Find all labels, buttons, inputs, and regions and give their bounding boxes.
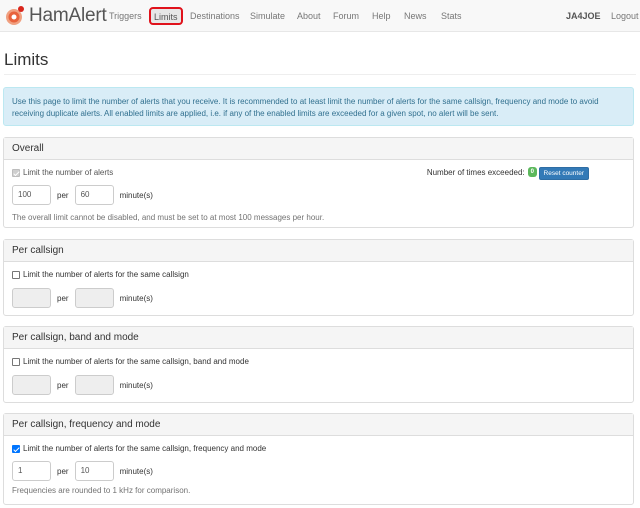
per-callsign-count-input[interactable] [12,288,51,308]
band-mode-minutes-input[interactable] [74,375,114,395]
exceeded-count-badge: 0 [527,167,537,177]
overall-limit-check-row: Limit the number of alerts [12,168,113,177]
freq-mode-checkbox[interactable] [12,444,20,453]
band-mode-per-label: per [57,380,69,390]
panel-band-mode-heading: Per callsign, band and mode [4,327,633,349]
band-mode-check-row: Limit the number of alerts for the same … [12,357,249,366]
freq-mode-check-row: Limit the number of alerts for the same … [12,444,266,453]
per-callsign-label: Limit the number of alerts for the same … [23,270,189,279]
per-callsign-unit-label: minute(s) [119,293,153,303]
per-callsign-input-row: per minute(s) [12,288,153,308]
freq-mode-label: Limit the number of alerts for the same … [23,444,267,453]
panel-per-callsign-heading: Per callsign [4,240,633,262]
overall-help-text: The overall limit cannot be disabled, an… [12,213,325,222]
per-callsign-per-label: per [57,293,69,303]
overall-minutes-input[interactable]: 60 [74,185,114,205]
overall-limit-label: Limit the number of alerts [23,168,114,177]
brand-link[interactable]: HamAlert [4,4,107,28]
nav-simulate[interactable]: Simulate [250,0,285,32]
nav-forum[interactable]: Forum [333,0,359,32]
freq-mode-per-label: per [57,466,69,476]
panel-overall-heading: Overall [4,138,633,160]
band-mode-unit-label: minute(s) [119,380,153,390]
per-callsign-checkbox[interactable] [12,270,20,279]
freq-mode-input-row: 1 per 10 minute(s) [12,461,153,481]
hamalert-logo-icon [6,6,24,25]
overall-limit-checkbox [12,168,20,177]
band-mode-input-row: per minute(s) [12,375,153,395]
per-callsign-minutes-input[interactable] [74,288,114,308]
band-mode-label: Limit the number of alerts for the same … [23,357,249,366]
nav-stats[interactable]: Stats [441,0,462,32]
freq-mode-minutes-input[interactable]: 10 [74,461,114,481]
panel-per-callsign: Per callsign Limit the number of alerts … [3,239,634,316]
panel-overall: Overall Limit the number of alerts Numbe… [3,137,634,228]
nav-limits[interactable]: Limits [149,7,183,25]
overall-count-input[interactable]: 100 [12,185,51,205]
nav-user-callsign[interactable]: JA4JOE [566,0,601,32]
freq-mode-unit-label: minute(s) [119,466,153,476]
nav-triggers[interactable]: Triggers [109,0,142,32]
top-navbar: HamAlert Triggers Limits Destinations Si… [0,0,640,32]
panel-freq-mode-heading: Per callsign, frequency and mode [4,414,633,436]
brand-name: HamAlert [29,5,107,26]
exceeded-label: Number of times exceeded: [426,167,525,177]
nav-logout[interactable]: Logout [611,0,639,32]
panel-per-callsign-band-mode: Per callsign, band and mode Limit the nu… [3,326,634,403]
overall-input-row: 100 per 60 minute(s) [12,185,153,205]
freq-mode-count-input[interactable]: 1 [12,461,51,481]
nav-news[interactable]: News [404,0,427,32]
band-mode-count-input[interactable] [12,375,51,395]
info-alert: Use this page to limit the number of ale… [3,87,634,126]
per-callsign-check-row: Limit the number of alerts for the same … [12,270,189,279]
freq-mode-help-text: Frequencies are rounded to 1 kHz for com… [12,486,191,495]
nav-destinations[interactable]: Destinations [190,0,240,32]
nav-about[interactable]: About [297,0,321,32]
exceeded-info: Number of times exceeded: 0 [427,167,537,177]
page-title: Limits [4,50,49,69]
reset-counter-button[interactable]: Reset counter [538,167,589,180]
title-divider [4,74,636,75]
overall-per-label: per [57,190,69,200]
band-mode-checkbox[interactable] [12,357,20,366]
panel-per-callsign-freq-mode: Per callsign, frequency and mode Limit t… [3,413,634,505]
overall-unit-label: minute(s) [119,190,153,200]
nav-help[interactable]: Help [372,0,391,32]
